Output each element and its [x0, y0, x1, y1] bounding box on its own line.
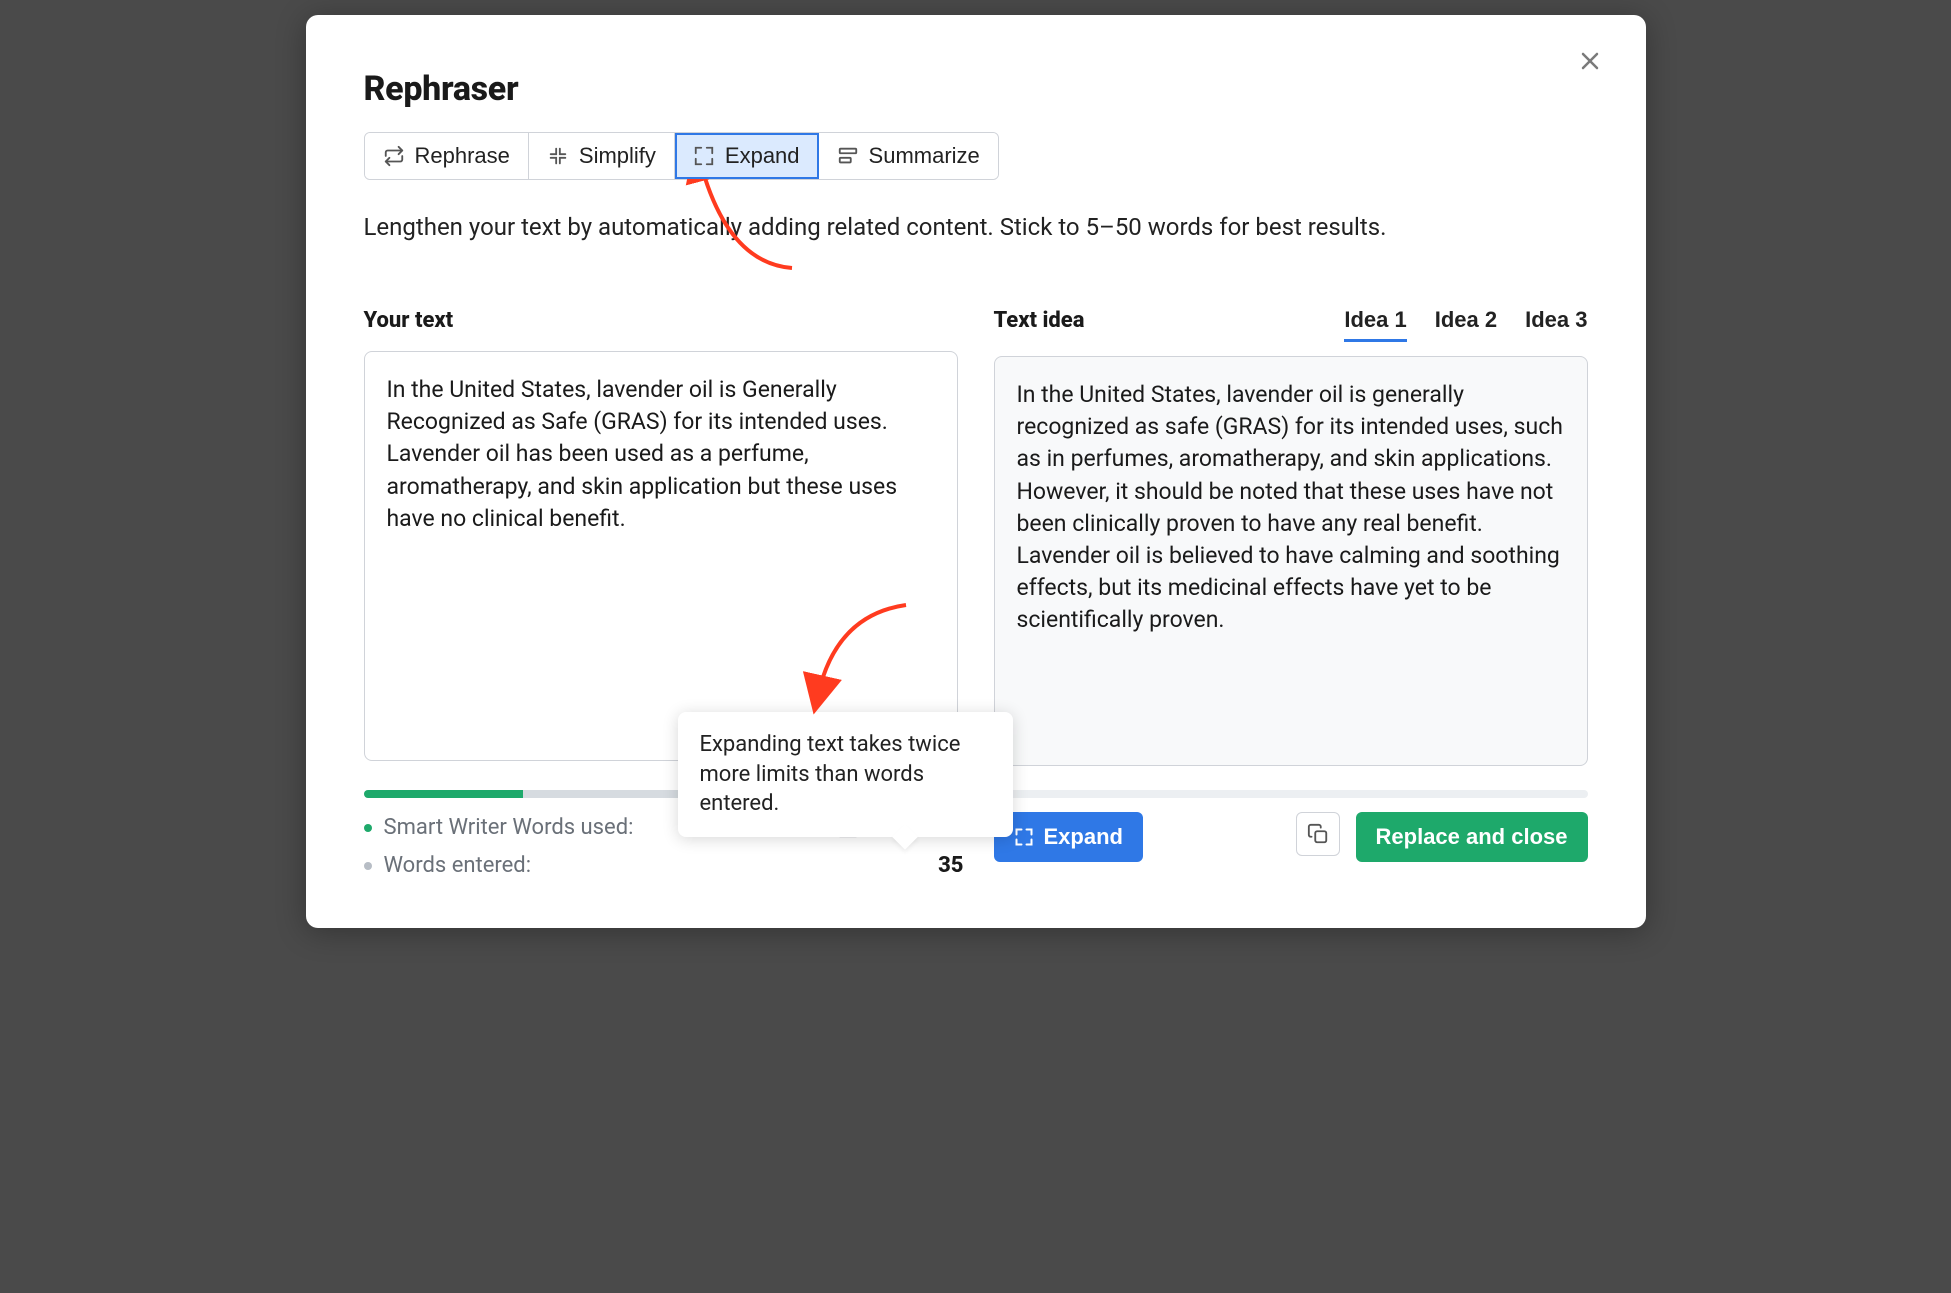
words-used-label: Smart Writer Words used:: [384, 812, 634, 844]
mode-description: Lengthen your text by automatically addi…: [364, 210, 1588, 245]
rephraser-modal: Rephraser Rephrase Simplify Expand Summa…: [306, 15, 1646, 928]
tab-idea-2[interactable]: Idea 2: [1435, 307, 1497, 342]
replace-close-button[interactable]: Replace and close: [1356, 812, 1588, 862]
your-text-label: Your text: [364, 305, 454, 337]
words-entered-label: Words entered:: [384, 850, 532, 882]
tab-idea-1[interactable]: Idea 1: [1344, 307, 1406, 342]
copy-button[interactable]: [1296, 812, 1340, 856]
mode-simplify[interactable]: Simplify: [529, 133, 675, 179]
mode-rephrase-label: Rephrase: [415, 143, 510, 169]
your-text-input[interactable]: In the United States, lavender oil is Ge…: [364, 351, 958, 761]
expand-icon: [1014, 827, 1034, 847]
replace-close-label: Replace and close: [1376, 824, 1568, 850]
simplify-icon: [547, 145, 569, 167]
dot-icon: [364, 862, 372, 870]
words-entered-value: 35: [938, 850, 963, 882]
mode-expand[interactable]: Expand: [675, 133, 819, 179]
mode-toolbar: Rephrase Simplify Expand Summarize: [364, 132, 999, 180]
expand-icon: [693, 145, 715, 167]
expand-button[interactable]: Expand: [994, 812, 1143, 862]
mode-rephrase[interactable]: Rephrase: [365, 133, 529, 179]
rephrase-icon: [383, 145, 405, 167]
mode-summarize-label: Summarize: [869, 143, 980, 169]
copy-icon: [1307, 823, 1329, 845]
expand-button-label: Expand: [1044, 824, 1123, 850]
dot-icon: [364, 824, 372, 832]
mode-summarize[interactable]: Summarize: [819, 133, 998, 179]
text-idea-label: Text idea: [994, 305, 1085, 337]
your-text-column: Your text In the United States, lavender…: [364, 305, 958, 766]
tab-idea-3[interactable]: Idea 3: [1525, 307, 1587, 342]
stats-panel: Expanding text takes twice more limits t…: [364, 812, 964, 888]
summarize-icon: [837, 145, 859, 167]
close-button[interactable]: [1572, 43, 1608, 79]
text-idea-output: In the United States, lavender oil is ge…: [994, 356, 1588, 766]
idea-tabs: Idea 1 Idea 2 Idea 3: [1344, 307, 1587, 342]
progress-used-segment: [364, 790, 523, 798]
mode-simplify-label: Simplify: [579, 143, 656, 169]
mode-expand-label: Expand: [725, 143, 800, 169]
close-icon: [1578, 48, 1602, 74]
expand-limits-tooltip: Expanding text takes twice more limits t…: [678, 712, 1013, 837]
text-idea-column: Text idea Idea 1 Idea 2 Idea 3 In the Un…: [994, 305, 1588, 766]
modal-title: Rephraser: [364, 65, 1588, 114]
